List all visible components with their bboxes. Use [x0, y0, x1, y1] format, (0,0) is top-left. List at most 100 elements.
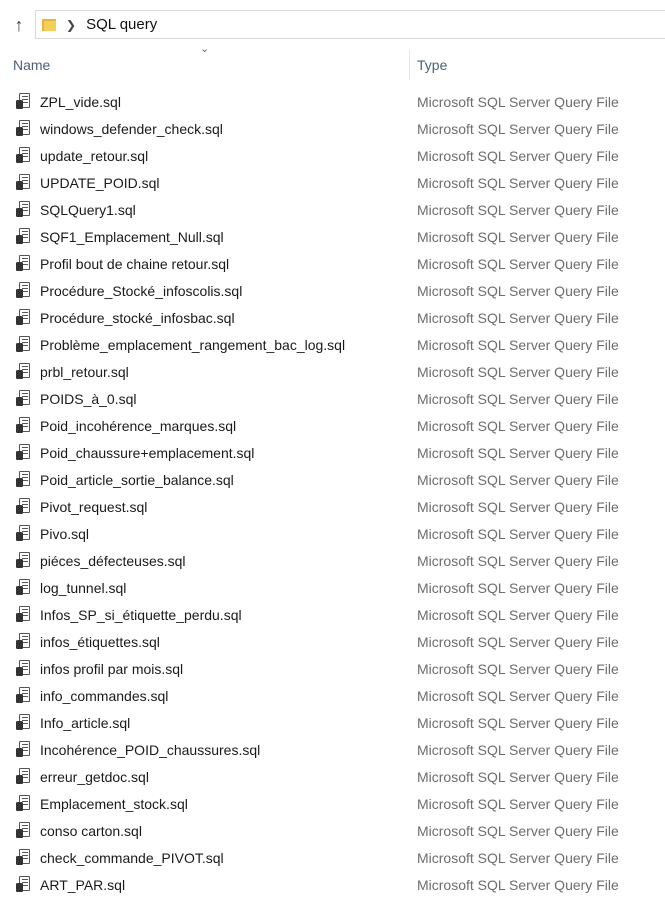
file-row[interactable]: Poid_article_sortie_balance.sql Microsoft…: [0, 467, 665, 494]
file-row[interactable]: Emplacement_stock.sql Microsoft SQL Serve…: [0, 791, 665, 818]
address-bar[interactable]: ❯ SQL query: [35, 10, 665, 39]
file-row[interactable]: ART_PAR.sql Microsoft SQL Server Query Fi…: [0, 872, 665, 899]
file-name[interactable]: info_commandes.sql: [40, 688, 168, 704]
file-type: Microsoft SQL Server Query File: [417, 661, 619, 677]
sql-file-icon: [16, 579, 33, 596]
file-name[interactable]: Poid_incohérence_marques.sql: [40, 418, 236, 434]
file-name[interactable]: erreur_getdoc.sql: [40, 769, 149, 785]
file-row[interactable]: Profil bout de chaine retour.sql Microsof…: [0, 251, 665, 278]
file-row[interactable]: Poid_chaussure+emplacement.sql Microsoft …: [0, 440, 665, 467]
file-row[interactable]: Poid_incohérence_marques.sql Microsoft SQ…: [0, 413, 665, 440]
file-name[interactable]: infos_étiquettes.sql: [40, 634, 160, 650]
file-type: Microsoft SQL Server Query File: [417, 391, 619, 407]
file-row[interactable]: info_commandes.sql Microsoft SQL Server Q…: [0, 683, 665, 710]
file-row[interactable]: check_commande_PIVOT.sql Microsoft SQL Se…: [0, 845, 665, 872]
file-name[interactable]: check_commande_PIVOT.sql: [40, 850, 224, 866]
file-type: Microsoft SQL Server Query File: [417, 94, 619, 110]
file-name[interactable]: prbl_retour.sql: [40, 364, 129, 380]
file-name[interactable]: piéces_défecteuses.sql: [40, 553, 186, 569]
file-row[interactable]: POIDS_à_0.sql Microsoft SQL Server Query …: [0, 386, 665, 413]
file-type: Microsoft SQL Server Query File: [417, 337, 619, 353]
sql-file-icon: [16, 525, 33, 542]
file-type: Microsoft SQL Server Query File: [417, 634, 619, 650]
sql-file-icon: [16, 93, 33, 110]
file-type: Microsoft SQL Server Query File: [417, 472, 619, 488]
sql-file-icon: [16, 768, 33, 785]
file-row[interactable]: update_retour.sql Microsoft SQL Server Qu…: [0, 143, 665, 170]
file-name[interactable]: Incohérence_POID_chaussures.sql: [40, 742, 260, 758]
file-name[interactable]: Profil bout de chaine retour.sql: [40, 256, 229, 272]
file-name[interactable]: conso carton.sql: [40, 823, 142, 839]
file-row[interactable]: windows_defender_check.sql Microsoft SQL …: [0, 116, 665, 143]
file-name[interactable]: log_tunnel.sql: [40, 580, 126, 596]
file-name[interactable]: Pivot_request.sql: [40, 499, 147, 515]
file-name[interactable]: Problème_emplacement_rangement_bac_log.s…: [40, 337, 345, 353]
file-row[interactable]: Info_article.sql Microsoft SQL Server Que…: [0, 710, 665, 737]
file-row[interactable]: infos_étiquettes.sql Microsoft SQL Server…: [0, 629, 665, 656]
file-row[interactable]: Pivo.sql Microsoft SQL Server Query File: [0, 521, 665, 548]
file-type: Microsoft SQL Server Query File: [417, 607, 619, 623]
column-divider[interactable]: [409, 50, 410, 80]
file-row[interactable]: infos profil par mois.sql Microsoft SQL S…: [0, 656, 665, 683]
file-type: Microsoft SQL Server Query File: [417, 715, 619, 731]
file-row[interactable]: Incohérence_POID_chaussures.sql Microsoft…: [0, 737, 665, 764]
file-row[interactable]: SQF1_Emplacement_Null.sql Microsoft SQL S…: [0, 224, 665, 251]
sql-file-icon: [16, 606, 33, 623]
column-header-name[interactable]: Name: [13, 57, 50, 73]
file-row[interactable]: piéces_défecteuses.sql Microsoft SQL Serv…: [0, 548, 665, 575]
file-name[interactable]: POIDS_à_0.sql: [40, 391, 137, 407]
sql-file-icon: [16, 552, 33, 569]
file-row[interactable]: log_tunnel.sql Microsoft SQL Server Query…: [0, 575, 665, 602]
file-type: Microsoft SQL Server Query File: [417, 796, 619, 812]
file-type: Microsoft SQL Server Query File: [417, 175, 619, 191]
file-type: Microsoft SQL Server Query File: [417, 121, 619, 137]
file-type: Microsoft SQL Server Query File: [417, 823, 619, 839]
file-row[interactable]: SQLQuery1.sql Microsoft SQL Server Query …: [0, 197, 665, 224]
file-type: Microsoft SQL Server Query File: [417, 850, 619, 866]
file-row[interactable]: Procédure_Stocké_infoscolis.sql Microsoft…: [0, 278, 665, 305]
file-name[interactable]: Procédure_stocké_infosbac.sql: [40, 310, 235, 326]
file-name[interactable]: update_retour.sql: [40, 148, 148, 164]
file-name[interactable]: SQLQuery1.sql: [40, 202, 136, 218]
file-name[interactable]: ART_PAR.sql: [40, 877, 125, 893]
file-type: Microsoft SQL Server Query File: [417, 148, 619, 164]
file-name[interactable]: Info_article.sql: [40, 715, 130, 731]
sql-file-icon: [16, 417, 33, 434]
file-row[interactable]: ZPL_vide.sql Microsoft SQL Server Query F…: [0, 89, 665, 116]
file-row[interactable]: Problème_emplacement_rangement_bac_log.s…: [0, 332, 665, 359]
up-arrow-icon[interactable]: ↑: [8, 14, 30, 36]
sql-file-icon: [16, 282, 33, 299]
file-name[interactable]: Pivo.sql: [40, 526, 89, 542]
file-name[interactable]: Infos_SP_si_étiquette_perdu.sql: [40, 607, 242, 623]
file-row[interactable]: prbl_retour.sql Microsoft SQL Server Quer…: [0, 359, 665, 386]
file-name[interactable]: Poid_chaussure+emplacement.sql: [40, 445, 254, 461]
sql-file-icon: [16, 363, 33, 380]
file-list: ZPL_vide.sql Microsoft SQL Server Query F…: [0, 89, 665, 899]
sql-file-icon: [16, 174, 33, 191]
sql-file-icon: [16, 660, 33, 677]
file-name[interactable]: windows_defender_check.sql: [40, 121, 223, 137]
file-row[interactable]: Pivot_request.sql Microsoft SQL Server Qu…: [0, 494, 665, 521]
chevron-right-icon[interactable]: ❯: [66, 18, 76, 32]
file-row[interactable]: Procédure_stocké_infosbac.sql Microsoft S…: [0, 305, 665, 332]
file-row[interactable]: UPDATE_POID.sql Microsoft SQL Server Quer…: [0, 170, 665, 197]
column-header-type[interactable]: Type: [417, 57, 447, 73]
file-name[interactable]: ZPL_vide.sql: [40, 94, 121, 110]
file-type: Microsoft SQL Server Query File: [417, 769, 619, 785]
file-type: Microsoft SQL Server Query File: [417, 526, 619, 542]
file-row[interactable]: erreur_getdoc.sql Microsoft SQL Server Qu…: [0, 764, 665, 791]
file-row[interactable]: conso carton.sql Microsoft SQL Server Que…: [0, 818, 665, 845]
file-name[interactable]: Poid_article_sortie_balance.sql: [40, 472, 234, 488]
file-row[interactable]: Infos_SP_si_étiquette_perdu.sql Microsoft…: [0, 602, 665, 629]
file-name[interactable]: Procédure_Stocké_infoscolis.sql: [40, 283, 242, 299]
sql-file-icon: [16, 633, 33, 650]
breadcrumb[interactable]: SQL query: [86, 16, 157, 33]
sql-file-icon: [16, 228, 33, 245]
file-name[interactable]: UPDATE_POID.sql: [40, 175, 160, 191]
file-name[interactable]: infos profil par mois.sql: [40, 661, 183, 677]
file-name[interactable]: Emplacement_stock.sql: [40, 796, 188, 812]
column-header: Name Type: [0, 50, 665, 80]
file-name[interactable]: SQF1_Emplacement_Null.sql: [40, 229, 224, 245]
file-type: Microsoft SQL Server Query File: [417, 256, 619, 272]
sql-file-icon: [16, 876, 33, 893]
